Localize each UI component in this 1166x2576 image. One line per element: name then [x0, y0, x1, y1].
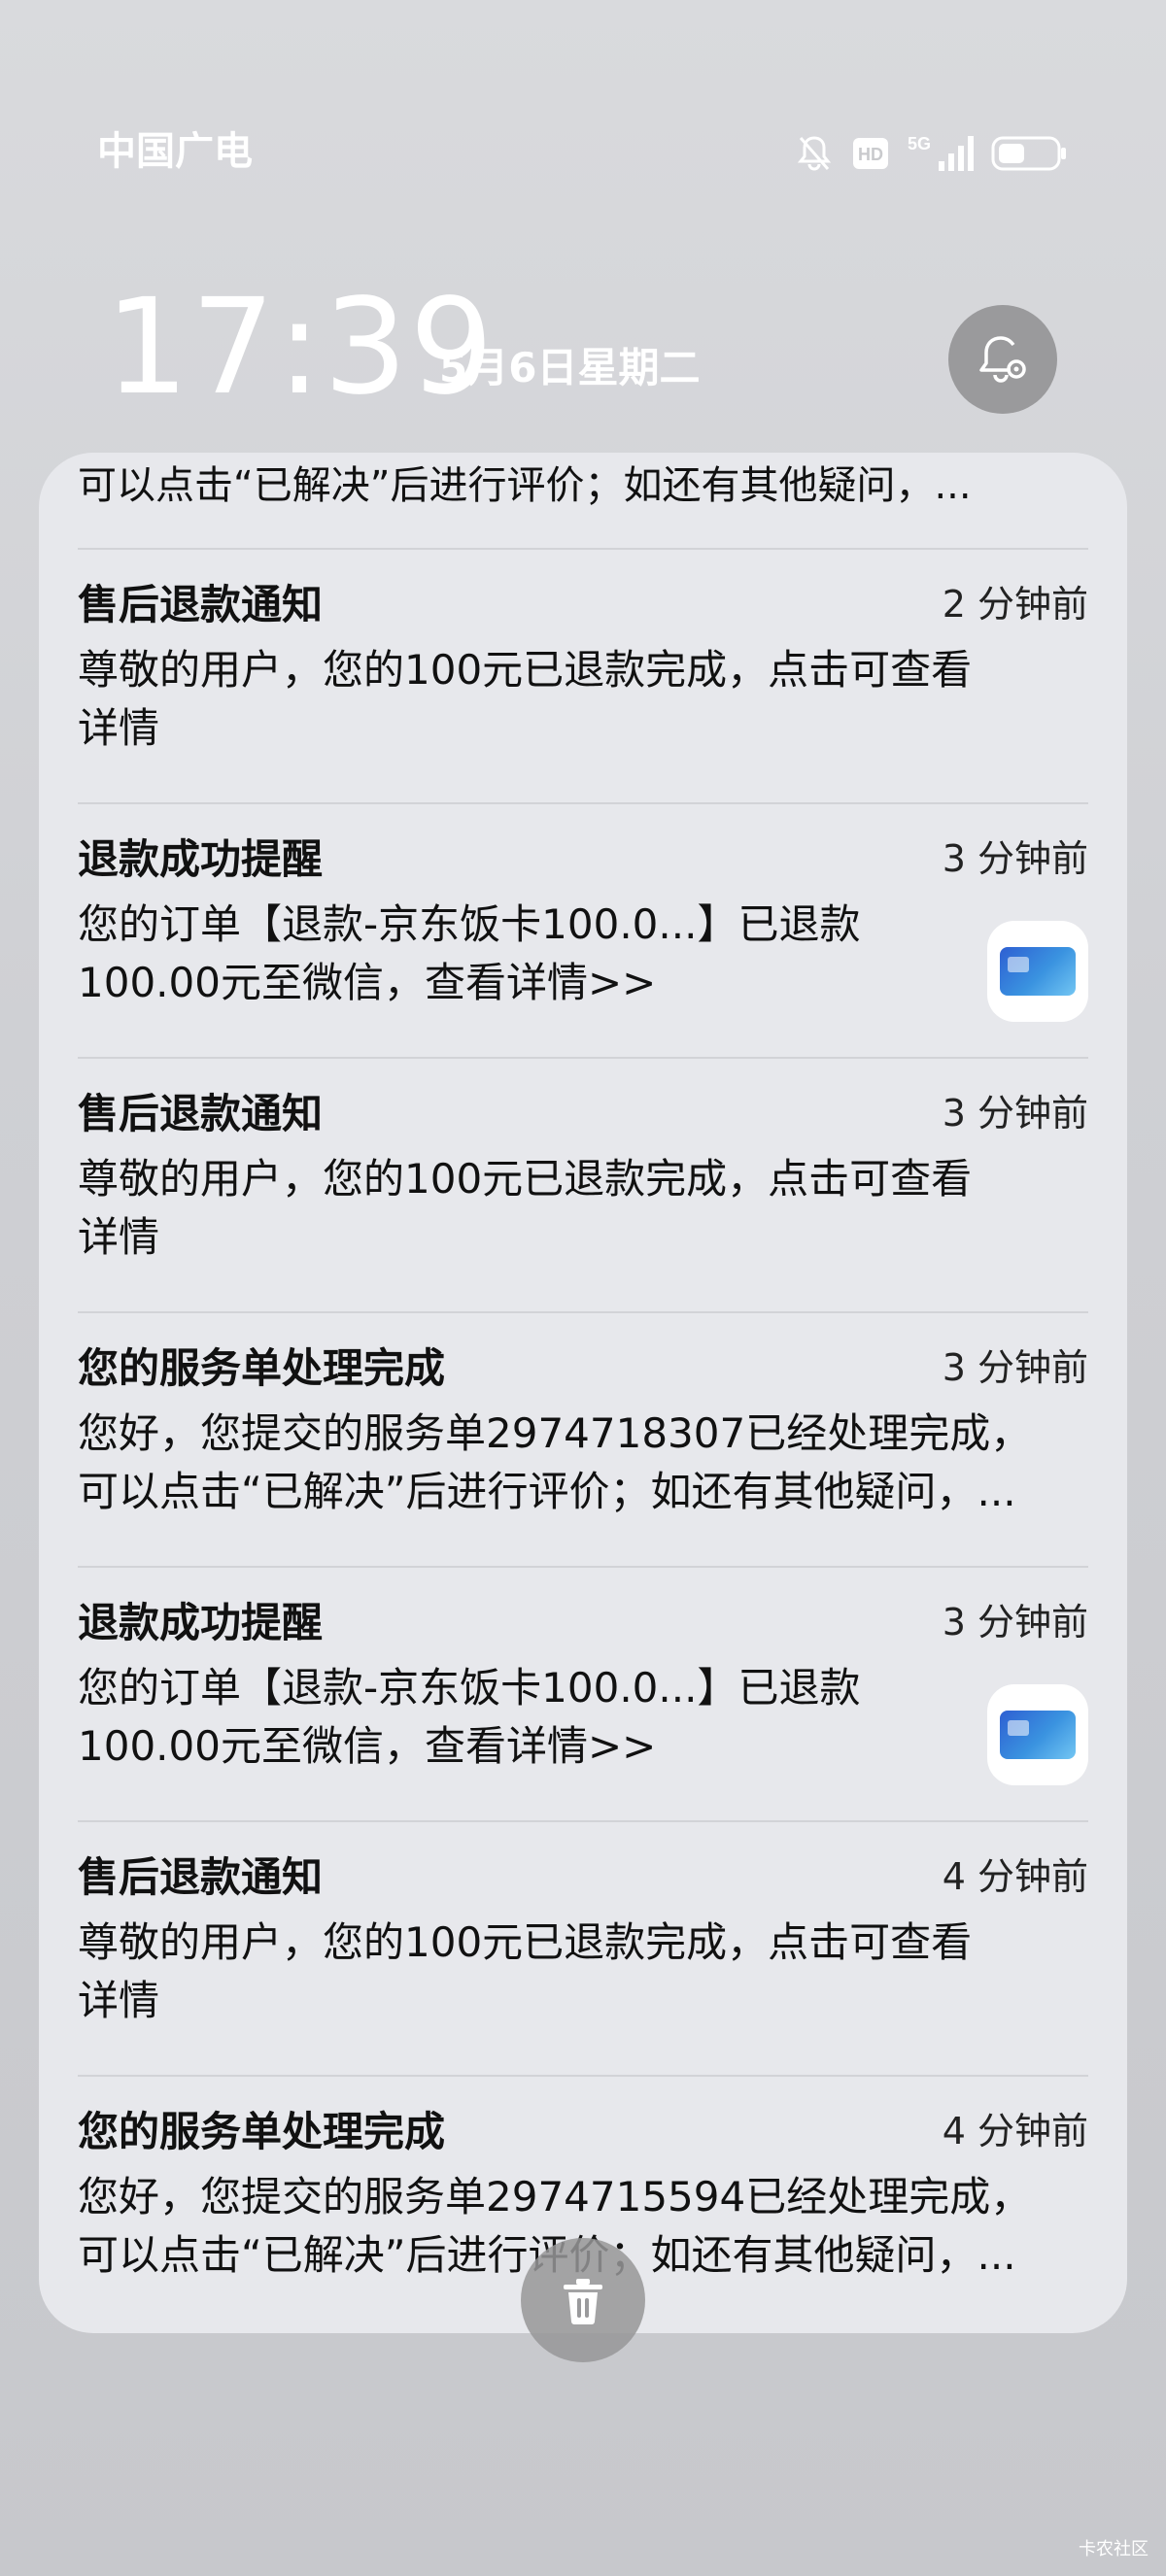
notification-item[interactable]: 退款成功提醒 3 分钟前 您的订单【退款-京东饭卡100.0...】已退款 10… — [78, 802, 1088, 1059]
notification-item[interactable]: 售后退款通知 2 分钟前 尊敬的用户，您的100元已退款完成，点击可查看 详情 — [78, 548, 1088, 804]
notification-item[interactable]: 您的服务单处理完成 3 分钟前 您好，您提交的服务单2974718307已经处理… — [78, 1311, 1088, 1568]
notification-body-line: 尊敬的用户，您的100元已退款完成，点击可查看 — [78, 646, 973, 694]
hd-icon: HD — [851, 134, 890, 173]
card-thumbnail — [987, 921, 1088, 1022]
partial-notification-text[interactable]: 可以点击“已解决”后进行评价；如还有其他疑问，... — [78, 462, 1088, 509]
battery-icon — [991, 134, 1069, 173]
notification-body-line: 详情 — [78, 1977, 160, 2024]
trash-icon — [564, 2279, 602, 2324]
notification-time: 4 分钟前 — [942, 2110, 1088, 2152]
notification-time: 3 分钟前 — [942, 1092, 1088, 1135]
notification-body-line: 您好，您提交的服务单2974718307已经处理完成， — [78, 1409, 1032, 1457]
notification-title: 售后退款通知 — [78, 1853, 324, 1901]
notification-item[interactable]: 退款成功提醒 3 分钟前 您的订单【退款-京东饭卡100.0...】已退款 10… — [78, 1566, 1088, 1822]
clear-all-button[interactable] — [521, 2238, 645, 2362]
notification-title: 退款成功提醒 — [78, 1599, 324, 1646]
lockscreen-clock: 17:39 5月6日星期二 — [0, 282, 1166, 418]
notification-time: 4 分钟前 — [942, 1855, 1088, 1898]
notification-title: 售后退款通知 — [78, 581, 324, 628]
notification-time: 3 分钟前 — [942, 1346, 1088, 1389]
notification-item[interactable]: 售后退款通知 4 分钟前 尊敬的用户，您的100元已退款完成，点击可查看 详情 — [78, 1820, 1088, 2077]
notification-settings-button[interactable] — [948, 305, 1057, 414]
clock-date: 5月6日星期二 — [439, 344, 701, 391]
notification-body-line: 您的订单【退款-京东饭卡100.0...】已退款 — [78, 900, 861, 948]
5g-signal-icon: 5G — [906, 132, 976, 175]
status-icons: HD 5G — [793, 132, 1069, 175]
notification-body-line: 您好，您提交的服务单2974715594已经处理完成， — [78, 2173, 1032, 2220]
notification-body: 您的订单【退款-京东饭卡100.0...】已退款 100.00元至微信，查看详情… — [78, 1659, 952, 1776]
watermark: 卡农社区 — [1079, 2539, 1149, 2559]
card-image-icon — [1000, 947, 1076, 996]
notification-panel: 可以点击“已解决”后进行评价；如还有其他疑问，... 售后退款通知 2 分钟前 … — [39, 453, 1127, 2333]
notification-item[interactable]: 售后退款通知 3 分钟前 尊敬的用户，您的100元已退款完成，点击可查看 详情 — [78, 1057, 1088, 1313]
notification-body-line: 尊敬的用户，您的100元已退款完成，点击可查看 — [78, 1918, 973, 1966]
notification-body: 尊敬的用户，您的100元已退款完成，点击可查看 详情 — [78, 1914, 1088, 2030]
notification-body-line: 您的订单【退款-京东饭卡100.0...】已退款 — [78, 1664, 861, 1712]
carrier-name: 中国广电 — [97, 129, 253, 174]
notification-body-line: 尊敬的用户，您的100元已退款完成，点击可查看 — [78, 1155, 973, 1203]
notification-title: 退款成功提醒 — [78, 835, 324, 883]
bell-gear-icon — [979, 336, 1026, 383]
bell-muted-icon — [793, 132, 836, 175]
card-thumbnail — [987, 1684, 1088, 1785]
notification-body-line: 100.00元至微信，查看详情>> — [78, 1722, 657, 1770]
notification-title: 您的服务单处理完成 — [78, 2108, 446, 2155]
notification-body-line: 详情 — [78, 1213, 160, 1261]
notification-title: 售后退款通知 — [78, 1090, 324, 1137]
notification-time: 3 分钟前 — [942, 837, 1088, 880]
svg-text:5G: 5G — [908, 134, 931, 153]
notification-body: 您好，您提交的服务单2974718307已经处理完成， 可以点击“已解决”后进行… — [78, 1405, 1088, 1521]
notification-body-line: 可以点击“已解决”后进行评价；如还有其他疑问，... — [78, 1468, 1016, 1515]
notification-body: 尊敬的用户，您的100元已退款完成，点击可查看 详情 — [78, 1150, 1088, 1267]
notification-title: 您的服务单处理完成 — [78, 1344, 446, 1392]
notification-body: 尊敬的用户，您的100元已退款完成，点击可查看 详情 — [78, 641, 1088, 758]
clock-time: 17:39 — [105, 271, 496, 424]
notification-body: 您的订单【退款-京东饭卡100.0...】已退款 100.00元至微信，查看详情… — [78, 896, 952, 1012]
status-bar: 中国广电 HD 5G — [0, 0, 1166, 171]
card-image-icon — [1000, 1711, 1076, 1759]
notification-time: 2 分钟前 — [942, 583, 1088, 626]
svg-text:HD: HD — [858, 145, 883, 164]
notification-time: 3 分钟前 — [942, 1601, 1088, 1644]
notification-body-line: 100.00元至微信，查看详情>> — [78, 959, 657, 1006]
notification-body-line: 详情 — [78, 704, 160, 752]
